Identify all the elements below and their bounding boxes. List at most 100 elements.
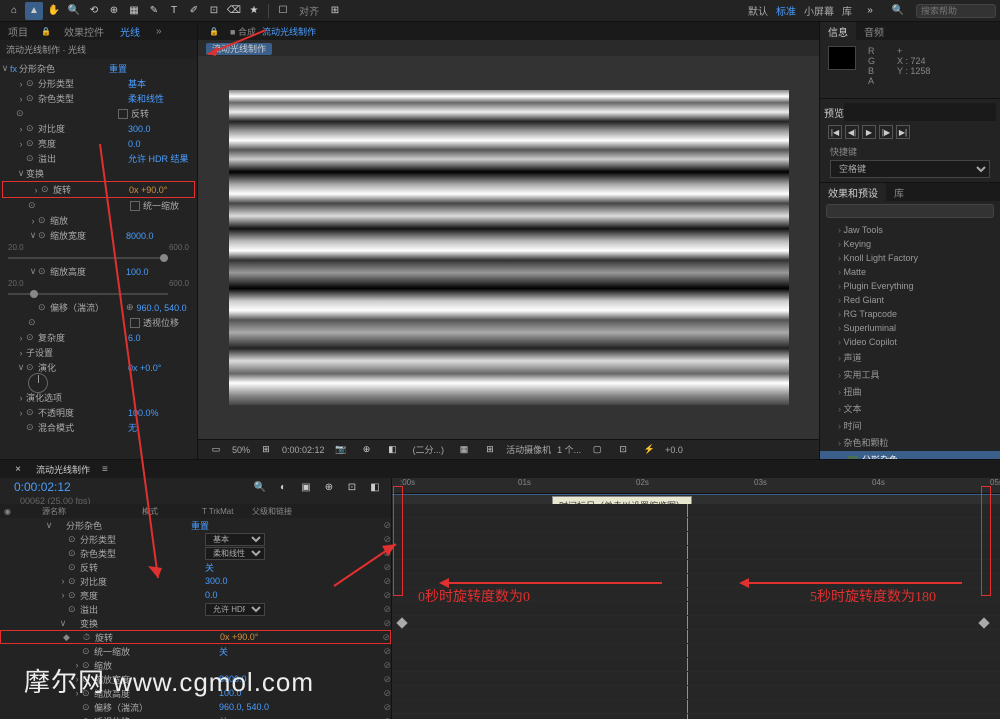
timeline-tab[interactable]: 流动光线制作 bbox=[28, 461, 98, 478]
preset-item[interactable]: 分形杂色 bbox=[820, 451, 1000, 459]
timeline-prop-row[interactable]: ›⊙对比度300.0⊘ bbox=[0, 574, 391, 588]
timeline-prop-row[interactable]: ∨分形杂色重置⊘ bbox=[0, 518, 391, 532]
timeline-prop-row[interactable]: ⊙统一缩放关⊘ bbox=[0, 644, 391, 658]
timecode-display[interactable]: 0:00:02:12 bbox=[282, 445, 325, 455]
scaleh-slider[interactable] bbox=[8, 290, 168, 298]
preset-category[interactable]: › 时间 bbox=[820, 417, 1000, 434]
perspective-checkbox[interactable] bbox=[130, 318, 140, 328]
track-row[interactable] bbox=[392, 602, 1000, 616]
comp-name[interactable]: 流动光线制作 bbox=[262, 25, 316, 38]
track-row[interactable] bbox=[392, 700, 1000, 714]
prop-fractal[interactable]: 分形杂色 bbox=[19, 62, 109, 75]
preset-category[interactable]: › Knoll Light Factory bbox=[820, 251, 1000, 265]
preset-category[interactable]: › 杂色和颗粒 bbox=[820, 434, 1000, 451]
preset-category[interactable]: › Keying bbox=[820, 237, 1000, 251]
reset-button[interactable]: 重置 bbox=[109, 62, 127, 75]
keyframe[interactable] bbox=[396, 617, 407, 628]
timeline-prop-row[interactable]: ⊙杂色类型柔和线性⊘ bbox=[0, 546, 391, 560]
lock-icon[interactable]: 🔒 bbox=[205, 22, 223, 40]
track-row[interactable] bbox=[392, 672, 1000, 686]
eraser-tool-icon[interactable]: ⌫ bbox=[225, 2, 243, 20]
track-row[interactable] bbox=[392, 714, 1000, 719]
track-row[interactable] bbox=[392, 518, 1000, 532]
val-blend[interactable]: 无 bbox=[128, 421, 137, 434]
orbit-tool-icon[interactable]: ⟲ bbox=[85, 2, 103, 20]
track-row[interactable] bbox=[392, 574, 1000, 588]
track-row[interactable] bbox=[392, 546, 1000, 560]
guides-icon[interactable]: ⊞ bbox=[481, 441, 499, 459]
mask-icon[interactable]: ◧ bbox=[384, 441, 402, 459]
track-row[interactable] bbox=[392, 658, 1000, 672]
track-row[interactable] bbox=[392, 504, 1000, 518]
search-icon[interactable]: 🔍 bbox=[889, 2, 907, 20]
track-row[interactable] bbox=[392, 686, 1000, 700]
preset-category[interactable]: › 声道 bbox=[820, 349, 1000, 366]
prop-select[interactable]: 允许 HDR 结果 bbox=[205, 603, 265, 616]
timeline-prop-row[interactable]: ⊙偏移（湍流）960.0, 540.0⊘ bbox=[0, 700, 391, 714]
tab-effects-presets[interactable]: 效果和预设 bbox=[820, 183, 886, 202]
zoom-value[interactable]: 50% bbox=[232, 445, 250, 455]
snap-checkbox[interactable]: ☐ bbox=[274, 2, 292, 20]
track-row[interactable] bbox=[392, 560, 1000, 574]
home-icon[interactable]: ⌂ bbox=[5, 2, 23, 20]
prop-evo-options[interactable]: 演化选项 bbox=[26, 391, 116, 404]
workspace-default[interactable]: 默认 bbox=[748, 3, 768, 18]
timeline-prop-row[interactable]: ›⊙亮度0.0⊘ bbox=[0, 588, 391, 602]
workspace-standard[interactable]: 标准 bbox=[776, 3, 796, 18]
val-offset[interactable]: 960.0, 540.0 bbox=[137, 303, 187, 313]
val-fractal-type[interactable]: 基本 bbox=[128, 77, 146, 90]
track-row[interactable] bbox=[392, 588, 1000, 602]
preset-category[interactable]: › Jaw Tools bbox=[820, 223, 1000, 237]
zoom-tool-icon[interactable]: 🔍 bbox=[65, 2, 83, 20]
prev-frame-button[interactable]: ◀| bbox=[845, 125, 859, 139]
val-rotation[interactable]: 0x +90.0° bbox=[129, 185, 167, 195]
tl-icon3[interactable]: ▣ bbox=[297, 478, 315, 496]
tl-icon1[interactable]: 🔍 bbox=[251, 478, 269, 496]
next-frame-button[interactable]: |▶ bbox=[879, 125, 893, 139]
effects-search-input[interactable] bbox=[826, 204, 994, 218]
view-count[interactable]: 1 个... bbox=[557, 443, 581, 456]
track-row[interactable] bbox=[392, 630, 1000, 644]
timeline-prop-row[interactable]: ›⊙缩放高度100.0⊘ bbox=[0, 686, 391, 700]
timeline-prop-row[interactable]: ⊙分形类型基本⊘ bbox=[0, 532, 391, 546]
timeline-prop-row[interactable]: ⊙透视位移关⊘ bbox=[0, 714, 391, 719]
timeline-prop-row[interactable]: ›⊙缩放宽度8000.0⊘ bbox=[0, 672, 391, 686]
viewer-content[interactable] bbox=[229, 90, 789, 405]
puppet-tool-icon[interactable]: ★ bbox=[245, 2, 263, 20]
exposure-value[interactable]: +0.0 bbox=[665, 445, 683, 455]
invert-checkbox[interactable] bbox=[118, 109, 128, 119]
current-timecode[interactable]: 0:00:02:12 bbox=[6, 478, 79, 496]
evolution-dial[interactable] bbox=[28, 373, 48, 393]
preset-category[interactable]: › Superluminal bbox=[820, 321, 1000, 335]
first-frame-button[interactable]: |◀ bbox=[828, 125, 842, 139]
fast-icon[interactable]: ⚡ bbox=[640, 441, 658, 459]
prop-select[interactable]: 柔和线性 bbox=[205, 547, 265, 560]
keyframe[interactable] bbox=[978, 617, 989, 628]
track-row[interactable] bbox=[392, 644, 1000, 658]
lock-icon[interactable]: 🔒 bbox=[37, 22, 55, 40]
channel-icon[interactable]: ⊕ bbox=[358, 441, 376, 459]
select-tool-icon[interactable]: ▲ bbox=[25, 2, 43, 20]
preset-category[interactable]: › Plugin Everything bbox=[820, 279, 1000, 293]
track-row[interactable] bbox=[392, 616, 1000, 630]
snapshot-icon[interactable]: 📷 bbox=[332, 441, 350, 459]
val-evolution[interactable]: 0x +0.0° bbox=[128, 363, 161, 373]
tab-more[interactable]: » bbox=[148, 24, 170, 39]
col-trk[interactable]: T TrkMat bbox=[202, 507, 252, 516]
val-brightness[interactable]: 0.0 bbox=[128, 139, 141, 149]
val-scaleh[interactable]: 100.0 bbox=[126, 267, 149, 277]
brush-tool-icon[interactable]: ✐ bbox=[185, 2, 203, 20]
preset-category[interactable]: › Matte bbox=[820, 265, 1000, 279]
view-icon[interactable]: ▢ bbox=[588, 441, 606, 459]
stamp-tool-icon[interactable]: ⊡ bbox=[205, 2, 223, 20]
tab-info[interactable]: 信息 bbox=[820, 22, 856, 41]
align-icon[interactable]: ⊞ bbox=[326, 2, 344, 20]
tab-preview[interactable]: 预览 bbox=[824, 103, 844, 122]
scalew-slider[interactable] bbox=[8, 254, 168, 262]
res-icon[interactable]: ⊞ bbox=[257, 441, 275, 459]
uniform-checkbox[interactable] bbox=[130, 201, 140, 211]
tl-icon2[interactable]: ◐ bbox=[274, 478, 292, 496]
col-parent[interactable]: 父级和链接 bbox=[252, 506, 387, 517]
col-name[interactable]: 源名称 bbox=[22, 506, 142, 517]
workspace-menu-icon[interactable]: » bbox=[861, 2, 879, 20]
